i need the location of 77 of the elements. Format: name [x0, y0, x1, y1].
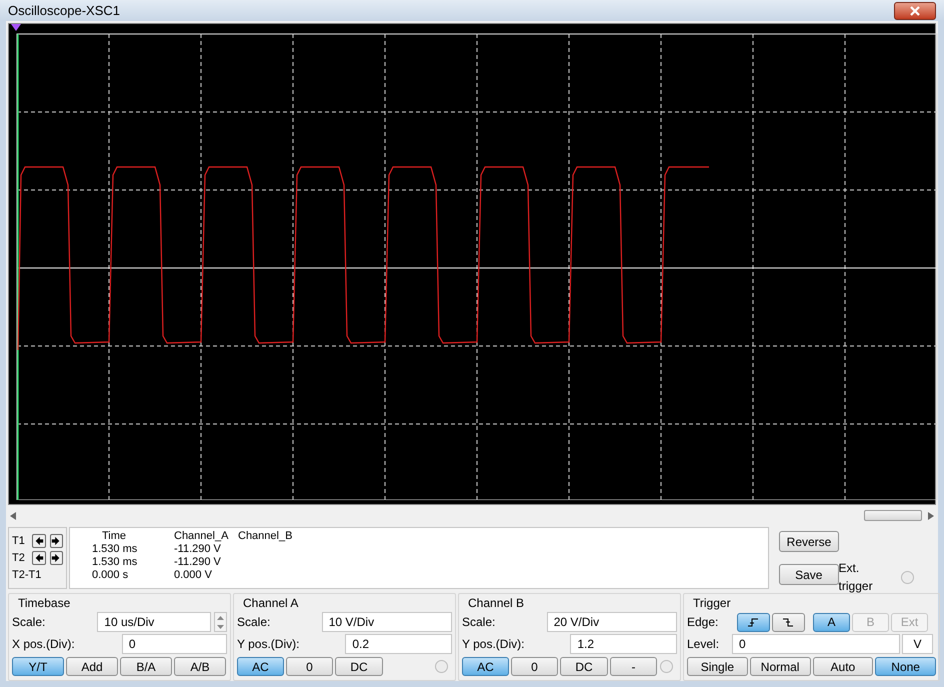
scroll-right-icon[interactable]: [928, 512, 934, 520]
field-label: Y pos.(Div):: [462, 636, 526, 653]
mode-button[interactable]: Add: [66, 657, 118, 676]
arrow-button[interactable]: [32, 534, 46, 548]
column-header: Time: [101, 530, 128, 543]
edge-button[interactable]: [772, 612, 805, 632]
input-field[interactable]: 0: [122, 634, 227, 654]
right-arrow-icon: [51, 553, 62, 563]
table-cell-text: 1.530 ms: [91, 543, 138, 556]
group-title: Channel B: [467, 596, 526, 610]
cursor-label: T2: [12, 551, 26, 565]
cursor-handle-icon[interactable]: [11, 24, 21, 31]
input-field[interactable]: 10 V/Div: [322, 612, 452, 632]
close-icon: [910, 6, 920, 16]
arrow-button[interactable]: [32, 551, 46, 565]
action-button[interactable]: Save: [779, 564, 839, 585]
mode-button[interactable]: Y/T: [12, 657, 64, 676]
input-field[interactable]: 10 us/Div: [97, 612, 212, 632]
source-button[interactable]: A: [813, 612, 850, 632]
input-field[interactable]: 20 V/Div: [546, 612, 677, 632]
field-label: Level:: [687, 636, 720, 653]
group-title: Trigger: [692, 596, 732, 610]
field-label: Scale:: [462, 614, 496, 631]
group-title: Timebase: [17, 596, 72, 610]
left-arrow-icon: [34, 536, 44, 546]
table-cell-text: 0.000 V: [173, 569, 213, 582]
mode-button[interactable]: Auto: [812, 657, 874, 676]
down-icon: [217, 624, 224, 628]
field-label: X pos.(Div):: [12, 636, 76, 653]
field-label: Scale:: [237, 614, 272, 631]
edge-button[interactable]: [737, 612, 770, 632]
input-field[interactable]: 0: [732, 634, 900, 654]
table-cell-text: -11.290 V: [173, 556, 222, 569]
action-button[interactable]: Reverse: [779, 531, 839, 552]
mode-button[interactable]: 0: [511, 657, 558, 676]
arrow-button[interactable]: [50, 534, 63, 548]
mode-button[interactable]: -: [610, 657, 657, 676]
cursor-label: T2-T1: [12, 568, 42, 582]
radio-button[interactable]: [660, 660, 673, 673]
ext-trigger-label: Ext. trigger: [838, 560, 874, 595]
mode-button[interactable]: None: [875, 657, 936, 676]
radio-button[interactable]: [435, 660, 448, 673]
field-label: Scale:: [12, 614, 46, 631]
scrollbar-thumb[interactable]: [864, 510, 922, 521]
unit-field[interactable]: V: [902, 634, 933, 654]
cursor-label: T1: [12, 534, 26, 548]
mode-button[interactable]: 0: [286, 657, 333, 676]
table-cell-text: 0.000 s: [91, 569, 130, 582]
field-label: Y pos.(Div):: [237, 636, 300, 653]
falling-edge-icon: [783, 618, 794, 626]
table-cell-text: 1.530 ms: [91, 556, 138, 569]
mode-button[interactable]: Normal: [750, 657, 810, 676]
window-title: Oscilloscope-XSC1: [8, 2, 120, 20]
field-label: Edge:: [687, 614, 720, 631]
mode-button[interactable]: Single: [687, 657, 748, 676]
scroll-left-icon[interactable]: [10, 512, 16, 520]
column-header: Channel_B: [238, 530, 292, 543]
mode-button[interactable]: DC: [335, 657, 383, 676]
close-button[interactable]: [894, 2, 936, 20]
arrow-button[interactable]: [50, 551, 63, 565]
radio-button[interactable]: [901, 570, 914, 584]
input-field[interactable]: 1.2: [570, 634, 677, 654]
left-arrow-icon: [34, 553, 44, 563]
mode-button[interactable]: B/A: [120, 657, 172, 676]
cursor-line[interactable]: [17, 34, 19, 500]
mode-button[interactable]: AC: [462, 657, 509, 676]
column-header: Channel_A: [173, 530, 230, 543]
input-field[interactable]: 0.2: [345, 634, 452, 654]
table-cell-text: -11.290 V: [173, 543, 222, 556]
rising-edge-icon: [748, 618, 759, 626]
up-icon: [217, 616, 224, 620]
mode-button[interactable]: DC: [560, 657, 608, 676]
right-arrow-icon: [51, 536, 62, 546]
spinner[interactable]: [214, 612, 227, 632]
mode-button[interactable]: A/B: [174, 657, 226, 676]
mode-button[interactable]: AC: [237, 657, 284, 676]
group-title: Channel A: [242, 596, 300, 610]
